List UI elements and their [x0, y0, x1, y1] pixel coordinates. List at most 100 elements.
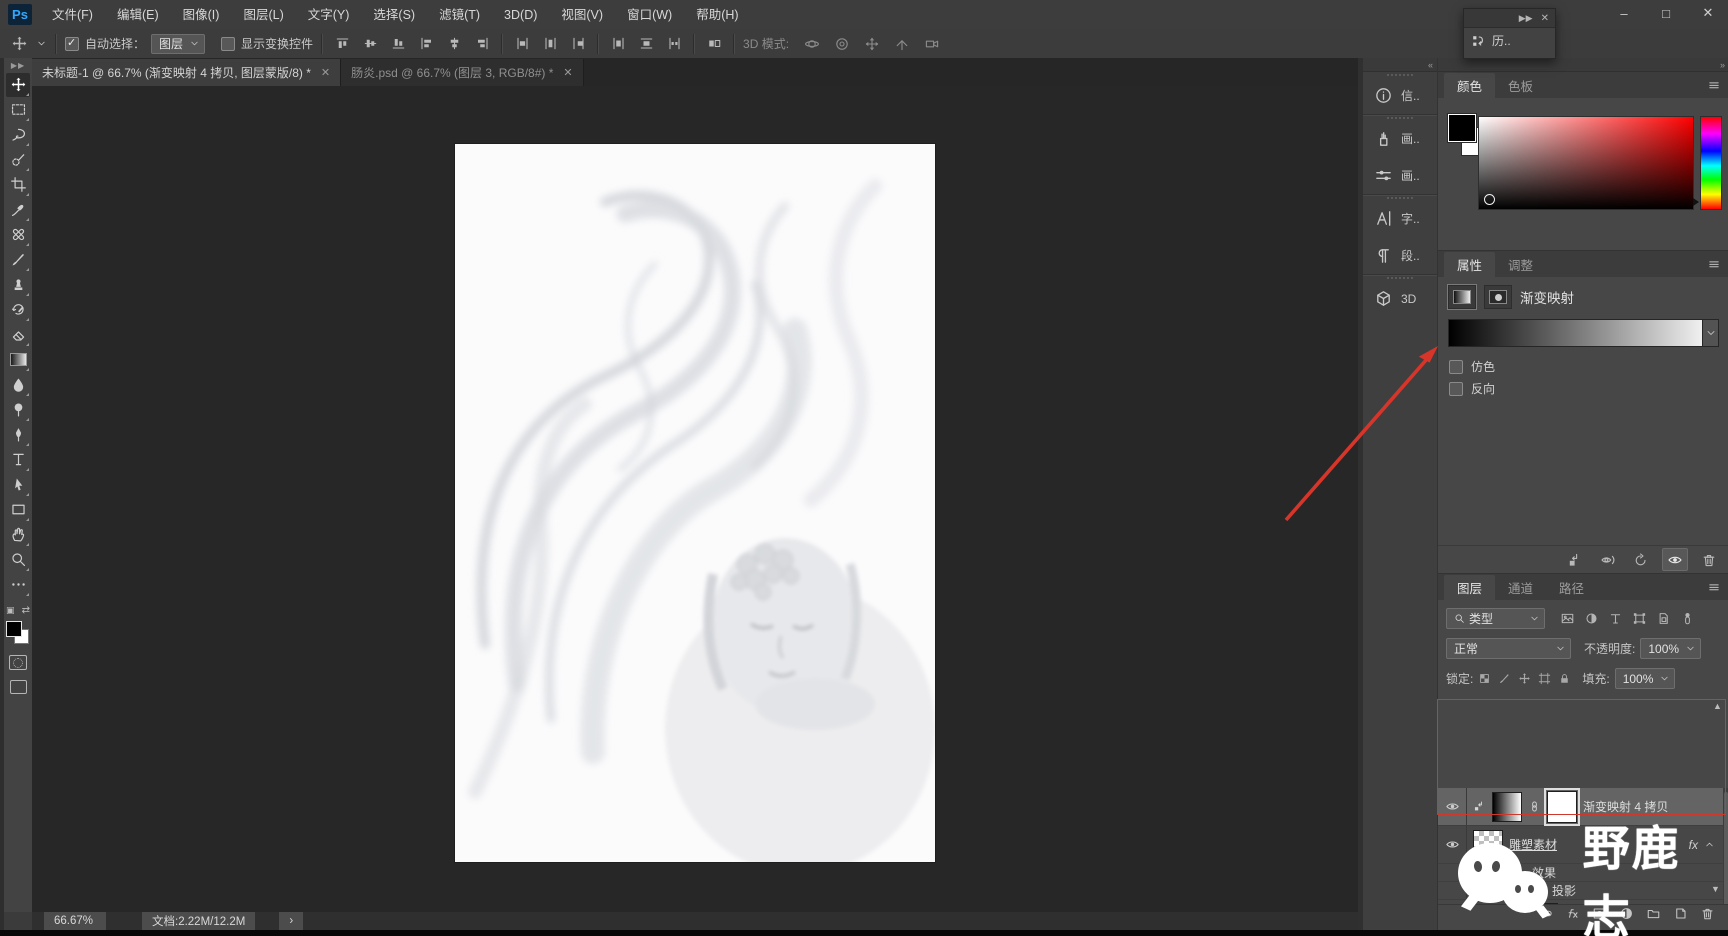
menu-item[interactable]: 窗口(W)	[615, 1, 684, 29]
path-selection-tool[interactable]	[6, 473, 30, 497]
maximize-button[interactable]: □	[1652, 2, 1680, 24]
align-bottom-button[interactable]	[387, 34, 409, 54]
distribute-spacing-horizontal-button[interactable]	[635, 34, 657, 54]
dock-panel-brush-settings[interactable]: 画..	[1363, 157, 1437, 194]
chevron-down-icon[interactable]	[1702, 319, 1719, 347]
brush-tool[interactable]	[6, 248, 30, 272]
minimize-button[interactable]: –	[1610, 2, 1638, 24]
foreground-background-swatches[interactable]	[6, 621, 30, 645]
panel-menu-icon[interactable]	[1707, 257, 1721, 271]
opacity-field[interactable]: 100%	[1640, 638, 1702, 659]
menu-item[interactable]: 文件(F)	[40, 1, 105, 29]
tab-路径[interactable]: 路径	[1546, 575, 1597, 600]
tab-通道[interactable]: 通道	[1495, 575, 1546, 600]
quick-mask-button[interactable]	[9, 655, 27, 670]
chevron-down-icon[interactable]	[36, 38, 47, 49]
panel-menu-icon[interactable]	[1707, 580, 1721, 594]
menu-item[interactable]: 编辑(E)	[105, 1, 171, 29]
3d-slide-button[interactable]	[891, 34, 913, 54]
saturation-brightness-field[interactable]	[1478, 116, 1694, 210]
rectangular-marquee-tool[interactable]	[6, 98, 30, 122]
lock-pixels-button[interactable]	[1498, 672, 1511, 685]
align-center-horizontal-button[interactable]	[443, 34, 465, 54]
menu-item[interactable]: 滤镜(T)	[427, 1, 492, 29]
tab-属性[interactable]: 属性	[1444, 252, 1496, 277]
pen-tool[interactable]	[6, 423, 30, 447]
tab-颜色[interactable]: 颜色	[1444, 73, 1496, 98]
distribute-center-horizontal-button[interactable]	[539, 34, 561, 54]
align-left-button[interactable]	[415, 34, 437, 54]
layer-mask-icon[interactable]	[1484, 285, 1512, 309]
tab-图层[interactable]: 图层	[1444, 575, 1496, 600]
dodge-tool[interactable]	[6, 398, 30, 422]
3d-pan-button[interactable]	[861, 34, 883, 54]
panel-menu-icon[interactable]	[1707, 78, 1721, 92]
collapse-dock-chevron-icon[interactable]: «	[1363, 58, 1437, 72]
status-options-chevron[interactable]: ›	[279, 912, 304, 930]
menu-item[interactable]: 图层(L)	[231, 1, 295, 29]
dock-panel-info[interactable]: 信..	[1363, 77, 1437, 114]
toolbar-collapse-chevron-icon[interactable]: ▶▶	[11, 58, 25, 72]
eyedropper-tool[interactable]	[6, 198, 30, 222]
clone-stamp-tool[interactable]	[6, 273, 30, 297]
default-colors-icon[interactable]: ▣	[6, 605, 15, 616]
screen-mode-button[interactable]	[9, 680, 27, 694]
type-layer-filter-button[interactable]	[1608, 611, 1623, 626]
3d-roll-button[interactable]	[831, 34, 853, 54]
reset-button[interactable]	[1629, 549, 1653, 570]
swap-colors-icon[interactable]: ⇄	[22, 605, 30, 616]
lasso-tool[interactable]	[6, 123, 30, 147]
close-icon[interactable]: ✕	[1541, 13, 1549, 24]
menu-item[interactable]: 视图(V)	[549, 1, 615, 29]
blur-tool[interactable]	[6, 373, 30, 397]
menu-item[interactable]: 帮助(H)	[684, 1, 750, 29]
hand-tool[interactable]	[6, 523, 30, 547]
scroll-up-icon[interactable]: ▲	[1713, 701, 1722, 711]
default-swap-colors[interactable]: ▣ ⇄	[6, 603, 30, 617]
color-picker-marker[interactable]	[1484, 194, 1495, 205]
crop-tool[interactable]	[6, 173, 30, 197]
auto-align-button[interactable]	[703, 34, 725, 54]
auto-select-target-dropdown[interactable]: 图层	[151, 33, 206, 54]
move-tool[interactable]	[6, 72, 30, 97]
close-tab-icon[interactable]: ✕	[319, 66, 332, 79]
shape-layer-filter-button[interactable]	[1632, 611, 1647, 626]
dither-checkbox[interactable]	[1449, 359, 1463, 374]
foreground-color-swatch[interactable]	[6, 621, 22, 637]
tool-preset-chevron-icon[interactable]	[36, 38, 47, 49]
tab-调整[interactable]: 调整	[1495, 252, 1546, 277]
mask-link-eye-button[interactable]	[1596, 549, 1620, 570]
edit-toolbar-tool[interactable]	[6, 573, 30, 597]
hue-slider-marker[interactable]	[1693, 198, 1699, 206]
type-tool[interactable]	[6, 448, 30, 472]
fill-field[interactable]: 100%	[1614, 668, 1676, 689]
lock-all-button[interactable]	[1558, 672, 1571, 685]
lock-position-button[interactable]	[1518, 672, 1531, 685]
document-tab[interactable]: 未标题-1 @ 66.7% (渐变映射 4 拷贝, 图层蒙版/8) * ✕	[32, 59, 342, 86]
align-top-button[interactable]	[331, 34, 353, 54]
expand-dock-chevron-icon[interactable]: »	[1438, 58, 1728, 72]
align-right-button[interactable]	[471, 34, 493, 54]
menu-item[interactable]: 文字(Y)	[296, 1, 362, 29]
quick-selection-tool[interactable]	[6, 148, 30, 172]
clip-to-layer-button[interactable]	[1563, 549, 1587, 570]
layer-filter-dropdown[interactable]: 类型	[1446, 608, 1545, 629]
reverse-checkbox[interactable]	[1449, 381, 1463, 396]
3d-orbit-button[interactable]	[801, 34, 823, 54]
history-panel-label[interactable]: 历..	[1492, 32, 1511, 49]
distribute-left-button[interactable]	[511, 34, 533, 54]
distribute-gap-button[interactable]	[663, 34, 685, 54]
menu-item[interactable]: 选择(S)	[361, 1, 427, 29]
panel-collapse-chevron-icon[interactable]: ▶▶	[1519, 13, 1533, 24]
hue-slider[interactable]	[1700, 116, 1722, 210]
dock-panel-paragraph[interactable]: 段..	[1363, 237, 1437, 274]
dock-panel-3d[interactable]: 3D	[1363, 280, 1437, 317]
foreground-color-swatch[interactable]	[1447, 113, 1477, 143]
filter-toggle-button[interactable]	[1680, 611, 1695, 626]
rectangle-tool[interactable]	[6, 498, 30, 522]
dock-panel-character[interactable]: 字..	[1363, 200, 1437, 237]
auto-select-checkbox[interactable]	[65, 36, 79, 51]
zoom-tool[interactable]	[6, 548, 30, 572]
visibility-eye-button[interactable]	[1662, 548, 1688, 571]
dock-panel-brushes[interactable]: 画..	[1363, 120, 1437, 157]
